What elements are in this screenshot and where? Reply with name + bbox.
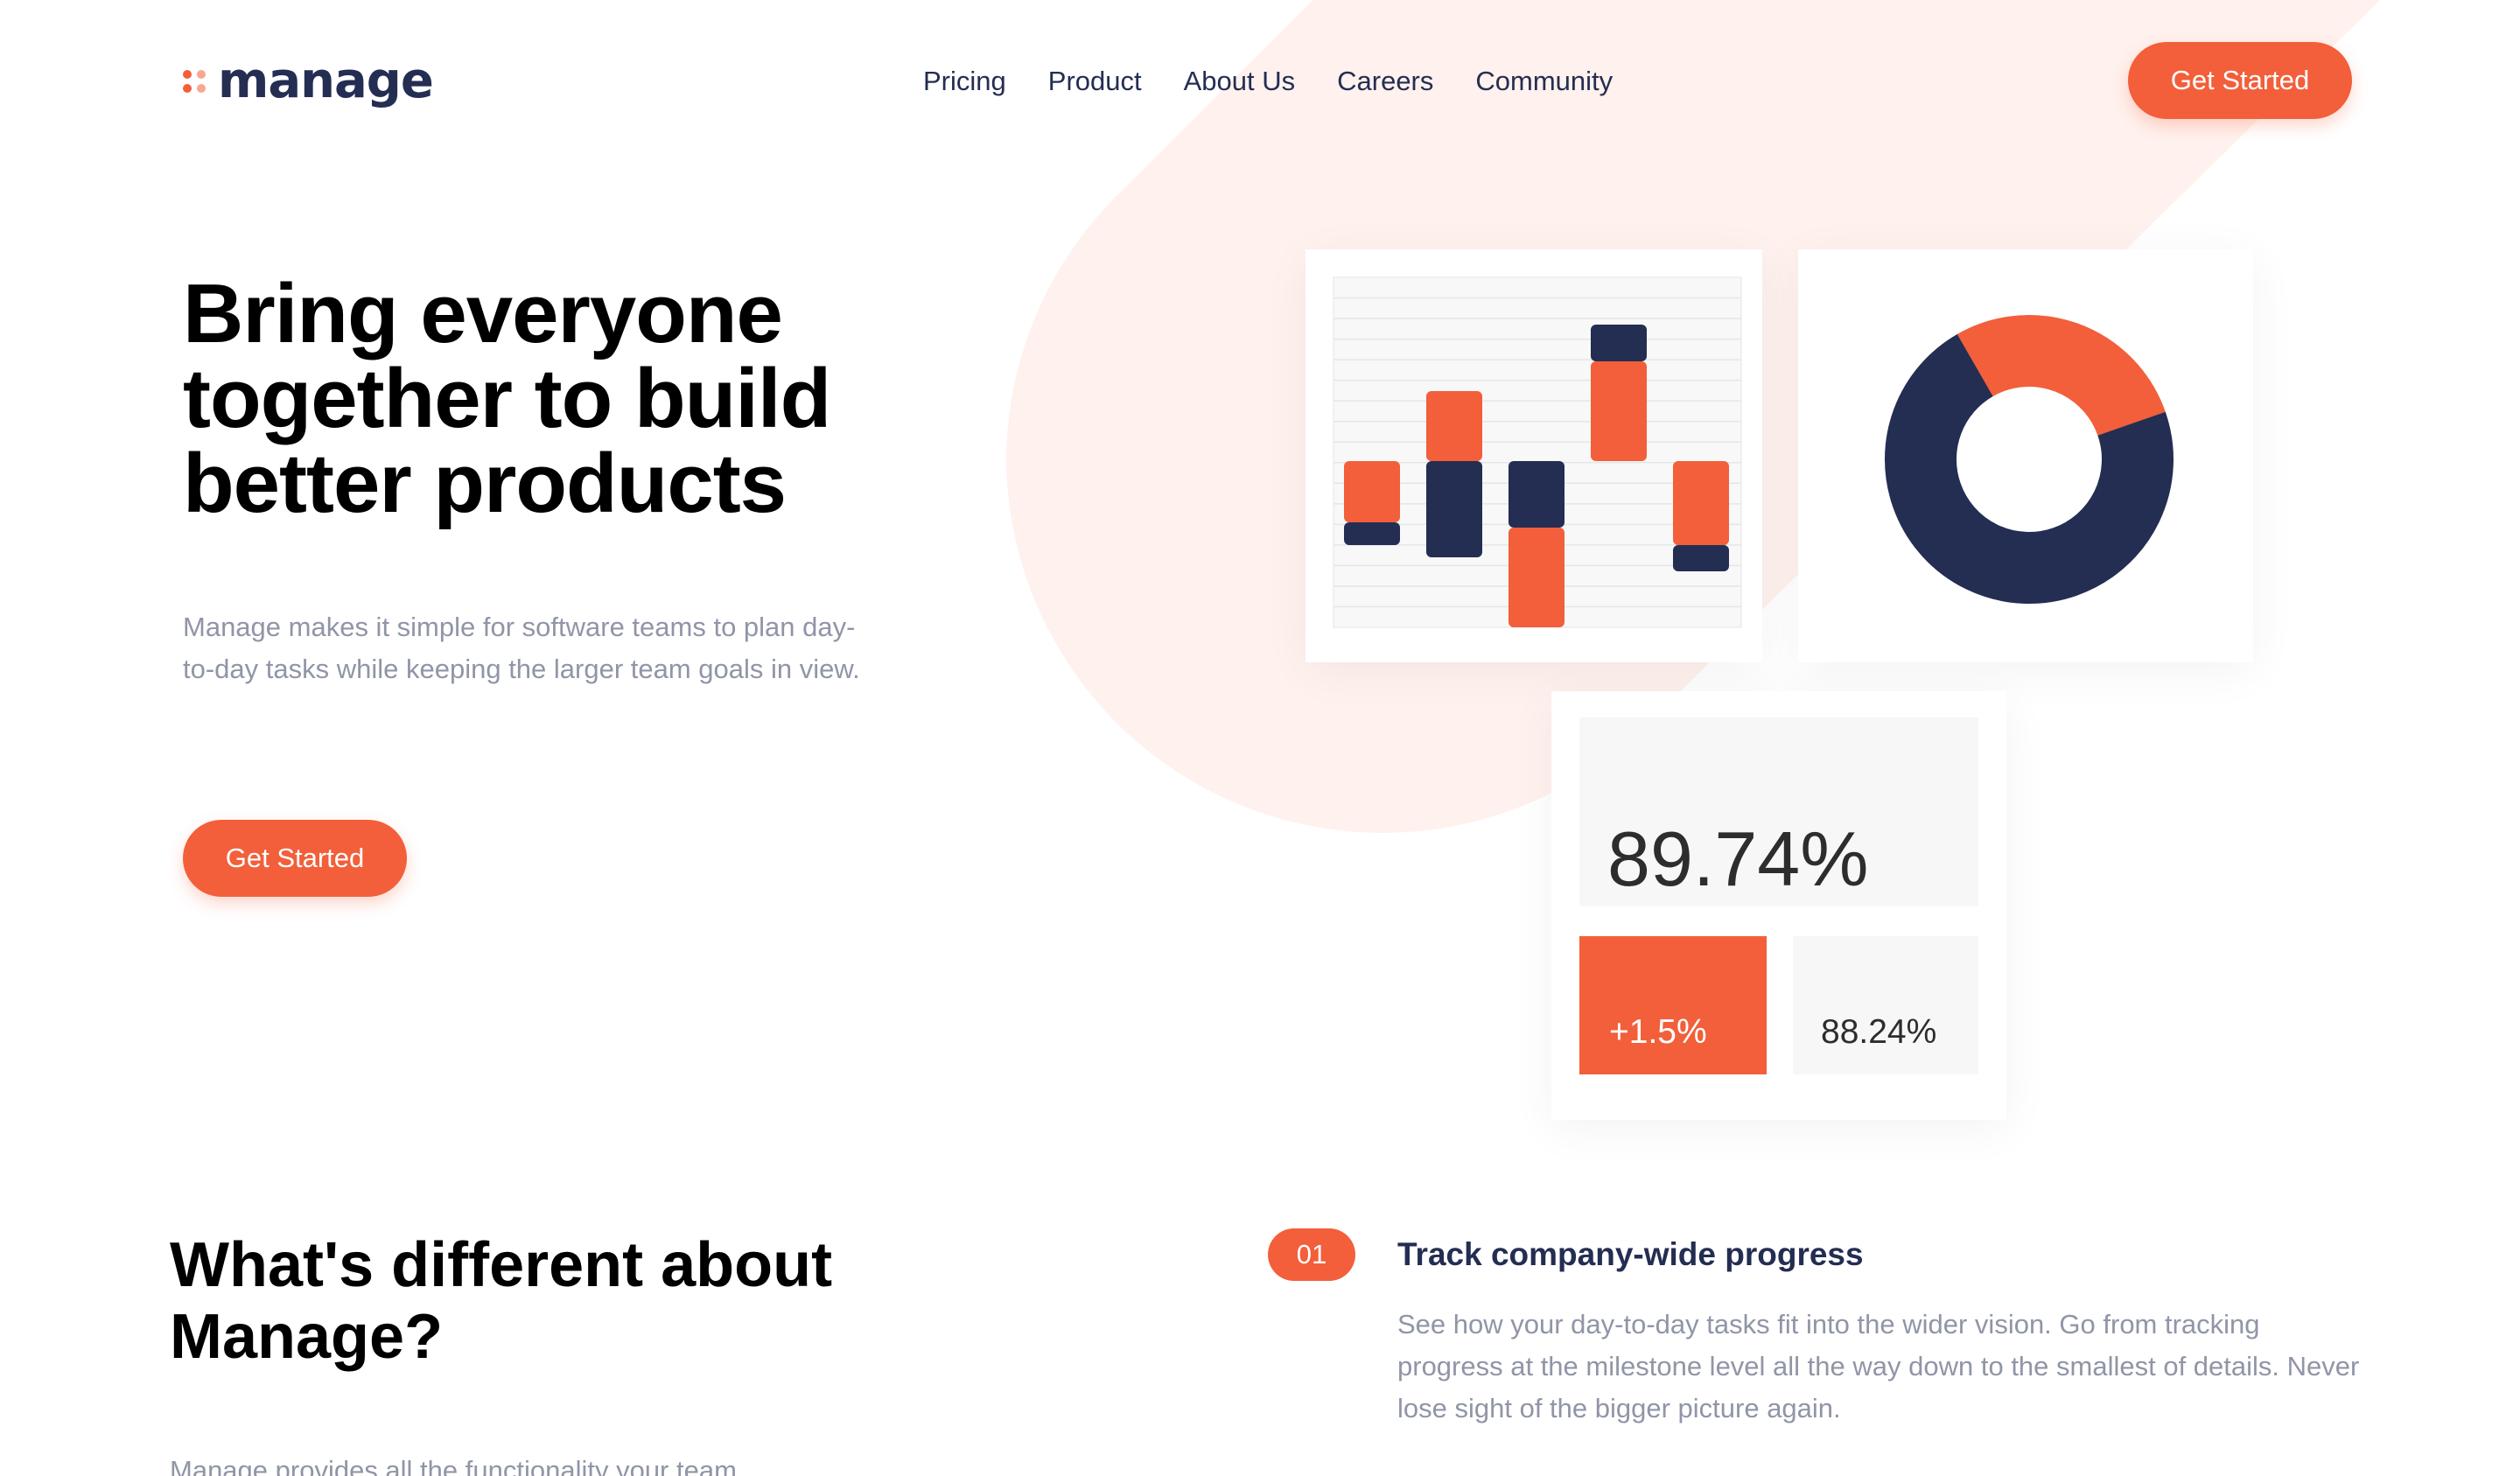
features-title: What's different about Manage? <box>170 1230 833 1372</box>
feature-number-badge: 01 <box>1268 1228 1355 1281</box>
hero-get-started-button[interactable]: Get Started <box>183 820 407 897</box>
logo-dots-icon <box>183 69 206 93</box>
bar-segment-navy <box>1673 545 1729 571</box>
stat-change-card: +1.5% <box>1579 936 1767 1074</box>
bar-segment-orange <box>1673 461 1729 545</box>
nav-link-careers[interactable]: Careers <box>1337 64 1433 99</box>
bar-segment-orange <box>1344 461 1400 522</box>
nav-link-community[interactable]: Community <box>1475 64 1613 99</box>
bar-segment-orange <box>1591 361 1647 461</box>
stat-secondary-card: 88.24% <box>1793 936 1978 1074</box>
feature-title: Track company-wide progress <box>1397 1236 1864 1272</box>
donut-chart-panel <box>1798 249 2253 662</box>
stat-secondary-value: 88.24% <box>1821 1013 1937 1051</box>
header-get-started-button[interactable]: Get Started <box>2128 42 2352 119</box>
bar-segment-orange <box>1426 391 1482 461</box>
logo[interactable]: manage <box>183 52 434 109</box>
nav-link-about-us[interactable]: About Us <box>1184 64 1296 99</box>
features-description: Manage provides all the functionality yo… <box>170 1455 737 1476</box>
stat-change-value: +1.5% <box>1609 1013 1707 1051</box>
main-nav: Pricing Product About Us Careers Communi… <box>923 64 1613 99</box>
feature-description: See how your day-to-day tasks fit into t… <box>1397 1309 2360 1424</box>
donut-chart <box>1885 315 2174 604</box>
bar-segment-navy <box>1591 325 1647 361</box>
hero-description: Manage makes it simple for software team… <box>183 612 860 684</box>
bar-chart <box>1333 276 1742 628</box>
logo-text: manage <box>218 52 434 109</box>
hero-title: Bring everyone together to build better … <box>183 267 831 530</box>
nav-link-pricing[interactable]: Pricing <box>923 64 1006 99</box>
bar-segment-navy <box>1426 461 1482 557</box>
stat-main-value: 89.74% <box>1607 815 1869 902</box>
bar-chart-panel <box>1306 249 1762 662</box>
bar-segment-navy <box>1344 522 1400 545</box>
stats-panel: 89.74% +1.5% 88.24% <box>1551 691 2006 1120</box>
bar-segment-orange <box>1508 528 1564 627</box>
stat-main-card: 89.74% <box>1579 717 1978 906</box>
bar-segment-navy <box>1508 461 1564 528</box>
landing-page: manage Pricing Product About Us Careers … <box>0 0 2520 1476</box>
nav-link-product[interactable]: Product <box>1048 64 1142 99</box>
